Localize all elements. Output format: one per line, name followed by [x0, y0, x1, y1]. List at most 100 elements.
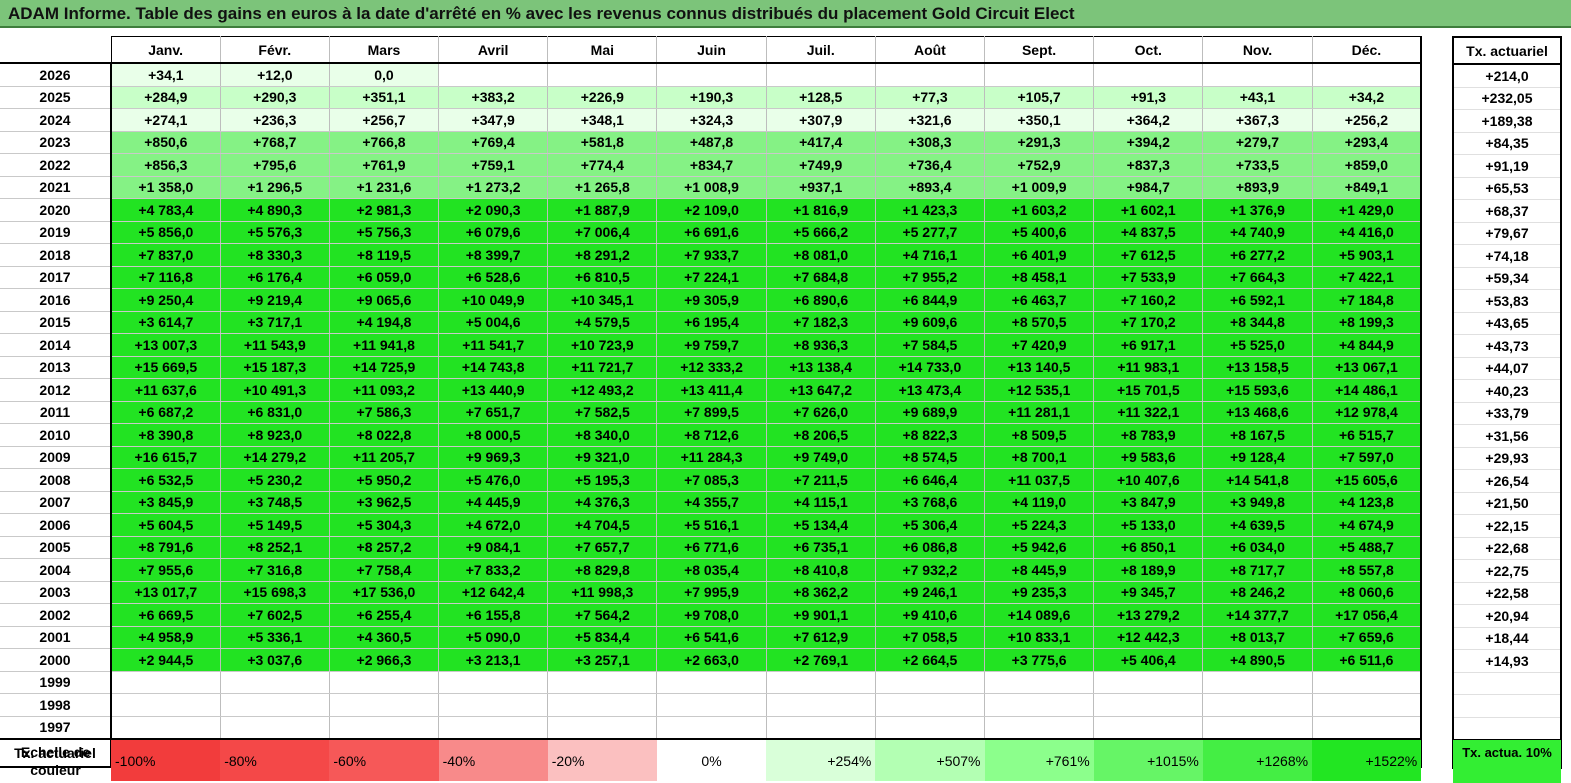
gain-cell: +6 810,5	[547, 266, 658, 289]
gain-cell: +7 758,4	[329, 558, 440, 582]
gain-cell: +7 612,9	[766, 626, 876, 649]
gain-cell: +2 109,0	[656, 198, 767, 222]
gain-cell: +307,9	[766, 108, 876, 132]
gain-cell	[656, 671, 767, 694]
scale-swatch: 0%	[656, 740, 767, 781]
gain-cell: +34,2	[1312, 86, 1423, 109]
year-actuarial-rate: +22,75	[1452, 559, 1562, 583]
gain-cell: +7 933,7	[656, 243, 767, 267]
gain-cell: +984,7	[1093, 176, 1204, 199]
gain-cell: +766,8	[329, 131, 440, 154]
gain-cell: +8 557,8	[1312, 558, 1423, 582]
gain-cell: +351,1	[329, 86, 440, 109]
gain-cell: +8 822,3	[875, 423, 986, 447]
gain-cell: +9 969,3	[438, 446, 549, 469]
gain-cell: +15 593,6	[1202, 378, 1313, 402]
gain-cell: +17 056,4	[1312, 603, 1423, 627]
gain-cell: +3 037,6	[220, 648, 330, 672]
gain-cell: +6 646,4	[875, 468, 986, 492]
gain-cell: +8 509,5	[984, 423, 1095, 447]
gain-cell: +308,3	[875, 131, 986, 154]
gain-cell: +4 672,0	[438, 513, 549, 537]
gain-cell: +8 791,6	[111, 536, 221, 559]
gain-cell	[220, 671, 330, 694]
gain-cell: +749,9	[766, 153, 876, 177]
gain-cell: +1 376,9	[1202, 198, 1313, 222]
gain-cell: +13 647,2	[766, 378, 876, 402]
gain-cell	[1202, 63, 1313, 87]
scale-swatch: +507%	[875, 740, 985, 781]
gain-cell: +8 923,0	[220, 423, 330, 447]
gain-cell	[111, 716, 221, 740]
gain-cell: +43,1	[1202, 86, 1313, 109]
gain-cell: +6 844,9	[875, 288, 986, 312]
gain-cell: +6 195,4	[656, 311, 767, 334]
gain-cell	[875, 716, 986, 740]
gain-cell: +1 009,9	[984, 176, 1095, 199]
year-actuarial-rate: +21,50	[1452, 492, 1562, 515]
gain-cell: +6 850,1	[1093, 536, 1204, 559]
gain-cell: +4 123,8	[1312, 491, 1423, 514]
month-header: Oct.	[1093, 36, 1204, 64]
gain-cell	[1202, 671, 1313, 694]
gain-cell: +11 941,8	[329, 333, 440, 357]
gain-cell: +1 008,9	[656, 176, 767, 199]
gain-cell: +1 358,0	[111, 176, 221, 199]
gain-cell: +1 296,5	[220, 176, 330, 199]
gain-cell: +8 700,1	[984, 446, 1095, 469]
month-header: Janv.	[111, 36, 221, 64]
gain-cell: +5 224,3	[984, 513, 1095, 537]
gain-cell: +7 582,5	[547, 401, 658, 424]
year-label: 2006	[0, 513, 112, 537]
gain-cell	[984, 63, 1095, 87]
year-actuarial-rate	[1452, 694, 1562, 718]
year-label: 2003	[0, 581, 112, 604]
gain-cell: +10 833,1	[984, 626, 1095, 649]
gain-cell: +5 230,2	[220, 468, 330, 492]
gain-cell	[547, 716, 658, 740]
gain-cell: +1 273,2	[438, 176, 549, 199]
gain-cell: +7 184,8	[1312, 288, 1423, 312]
gain-cell: +7 657,7	[547, 536, 658, 559]
gain-cell: +6 669,5	[111, 603, 221, 627]
gain-cell: +4 194,8	[329, 311, 440, 334]
year-label: 2020	[0, 198, 112, 222]
gain-cell: +4 890,3	[220, 198, 330, 222]
gain-cell: +8 035,4	[656, 558, 767, 582]
gain-cell: +9 235,3	[984, 581, 1095, 604]
gain-cell	[1312, 671, 1423, 694]
gain-cell: +256,7	[329, 108, 440, 132]
gain-cell: +5 576,3	[220, 221, 330, 244]
gain-cell: +3 768,6	[875, 491, 986, 514]
gain-cell: +14 486,1	[1312, 378, 1423, 402]
gain-cell: +4 360,5	[329, 626, 440, 649]
gain-cell: +14 377,7	[1202, 603, 1313, 627]
gain-cell: +293,4	[1312, 131, 1423, 154]
gain-cell	[111, 693, 221, 717]
year-label: 2019	[0, 221, 112, 244]
gain-cell: +15 605,6	[1312, 468, 1423, 492]
year-actuarial-rate: +79,67	[1452, 222, 1562, 245]
gain-cell: +13 468,6	[1202, 401, 1313, 424]
gain-cell: +937,1	[766, 176, 876, 199]
gain-cell	[1312, 693, 1423, 717]
gain-cell: +4 445,9	[438, 491, 549, 514]
gain-cell: +8 410,8	[766, 558, 876, 582]
gain-cell	[329, 671, 440, 694]
gain-cell: +8 570,5	[984, 311, 1095, 334]
year-actuarial-rate: +53,83	[1452, 289, 1562, 313]
year-label: 2026	[0, 63, 112, 87]
gain-cell: +348,1	[547, 108, 658, 132]
gain-cell: +769,4	[438, 131, 549, 154]
gain-cell	[656, 716, 767, 740]
gain-cell: +6 691,6	[656, 221, 767, 244]
year-actuarial-rate: +26,54	[1452, 469, 1562, 493]
gain-cell: +761,9	[329, 153, 440, 177]
gain-cell: +11 284,3	[656, 446, 767, 469]
gain-cell	[438, 716, 549, 740]
gain-cell: +4 355,7	[656, 491, 767, 514]
gain-cell: +3 614,7	[111, 311, 221, 334]
month-header: Sept.	[984, 36, 1095, 64]
side-scale-cell: Tx. actua. 10%	[1453, 740, 1561, 783]
gain-cell: +7 684,8	[766, 266, 876, 289]
